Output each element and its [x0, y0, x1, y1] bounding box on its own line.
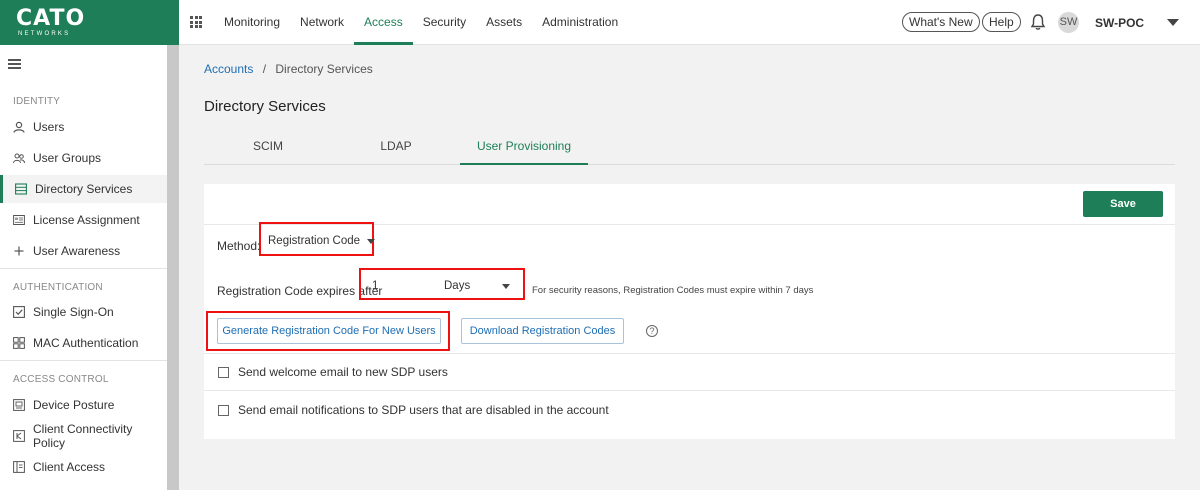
sidebar-item-users[interactable]: Users	[0, 113, 167, 141]
sidebar-item-label: Device Posture	[33, 398, 115, 412]
sidebar-item-user-groups[interactable]: User Groups	[0, 144, 167, 172]
checkbox-icon	[13, 306, 25, 318]
method-select-value: Registration Code	[268, 235, 361, 247]
breadcrumb: Accounts / Directory Services	[204, 62, 373, 76]
generate-registration-code-button[interactable]: Generate Registration Code For New Users	[217, 318, 441, 344]
help-circle-icon[interactable]: ?	[646, 325, 658, 337]
sidebar-item-user-awareness[interactable]: User Awareness	[0, 237, 167, 265]
expires-unit-select[interactable]: Days	[444, 280, 511, 292]
sidebar-item-label: User Awareness	[33, 244, 121, 258]
sidebar-item-label: Users	[33, 120, 65, 134]
tab-ldap[interactable]: LDAP	[332, 132, 460, 165]
sidebar-item-label: Client Connectivity Policy	[33, 422, 133, 450]
expires-unit: Days	[444, 280, 471, 292]
sidebar-item-mac-authentication[interactable]: MAC Authentication	[0, 329, 167, 357]
sidebar: IDENTITY Users User Groups Directory Ser…	[0, 45, 167, 490]
sidebar-scrollbar[interactable]	[167, 45, 179, 490]
hamburger-menu-icon[interactable]	[8, 59, 21, 69]
nav-assets[interactable]: Assets	[476, 0, 532, 45]
panel-divider	[204, 353, 1175, 354]
logo-text: CATO	[16, 6, 86, 31]
nav-monitoring[interactable]: Monitoring	[214, 0, 290, 45]
tab-bar: SCIM LDAP User Provisioning	[204, 132, 1175, 165]
section-identity: IDENTITY	[13, 96, 61, 107]
account-name[interactable]: SW-POC	[1095, 16, 1144, 30]
nav-security[interactable]: Security	[413, 0, 476, 45]
sidebar-item-client-connectivity-policy[interactable]: Client Connectivity Policy	[0, 422, 167, 450]
cato-logo[interactable]: CATO NETWORKS	[0, 0, 179, 45]
caret-down-icon	[367, 238, 376, 244]
download-registration-codes-button[interactable]: Download Registration Codes	[461, 318, 624, 344]
sidebar-divider	[0, 360, 167, 361]
disabled-users-email-label: Send email notifications to SDP users th…	[238, 403, 609, 417]
sidebar-item-label: User Groups	[33, 151, 102, 165]
section-authentication: AUTHENTICATION	[13, 282, 103, 293]
welcome-email-checkbox[interactable]	[218, 367, 229, 378]
plus-icon	[14, 246, 24, 256]
disabled-users-email-checkbox[interactable]	[218, 405, 229, 416]
logo-subtitle: NETWORKS	[18, 31, 71, 37]
grid-icon	[13, 337, 25, 349]
device-icon	[13, 399, 25, 411]
sidebar-item-label: Single Sign-On	[33, 305, 114, 319]
tab-scim[interactable]: SCIM	[204, 132, 332, 165]
license-icon	[13, 215, 25, 225]
nav-network[interactable]: Network	[290, 0, 354, 45]
breadcrumb-current: Directory Services	[275, 62, 373, 76]
method-select[interactable]: Registration Code	[268, 235, 376, 247]
sidebar-item-license-assignment[interactable]: License Assignment	[0, 206, 167, 234]
avatar[interactable]: SW	[1058, 12, 1079, 33]
sidebar-item-device-posture[interactable]: Device Posture	[0, 391, 167, 419]
sidebar-item-label: Client Access	[33, 460, 106, 474]
breadcrumb-accounts-link[interactable]: Accounts	[204, 62, 253, 76]
whats-new-button[interactable]: What's New	[902, 12, 980, 32]
user-icon	[13, 121, 25, 133]
client-access-icon	[13, 461, 25, 473]
page-title: Directory Services	[204, 98, 326, 115]
expires-value: 1	[372, 280, 379, 292]
nav-administration[interactable]: Administration	[532, 0, 628, 45]
expires-hint: For security reasons, Registration Codes…	[532, 285, 814, 296]
sidebar-item-label: Directory Services	[35, 182, 133, 196]
sidebar-item-single-sign-on[interactable]: Single Sign-On	[0, 298, 167, 326]
nav-access[interactable]: Access	[354, 0, 413, 45]
caret-down-icon	[502, 283, 511, 289]
apps-grid-icon[interactable]	[190, 16, 202, 28]
user-group-icon	[13, 153, 25, 164]
main-nav: Monitoring Network Access Security Asset…	[214, 0, 628, 45]
method-label: Method:	[217, 239, 261, 253]
panel-divider	[204, 390, 1175, 391]
chevron-down-icon[interactable]	[1167, 19, 1179, 26]
sidebar-item-client-access[interactable]: Client Access	[0, 453, 167, 481]
breadcrumb-separator: /	[262, 62, 267, 76]
welcome-email-label: Send welcome email to new SDP users	[238, 365, 448, 379]
sidebar-item-directory-services[interactable]: Directory Services	[0, 175, 167, 203]
section-access-control: ACCESS CONTROL	[13, 374, 109, 385]
sidebar-item-label: License Assignment	[33, 213, 140, 227]
sidebar-divider	[0, 268, 167, 269]
policy-icon	[13, 430, 25, 442]
directory-icon	[15, 183, 27, 195]
top-bar: CATO NETWORKS Monitoring Network Access …	[0, 0, 1200, 45]
help-button[interactable]: Help	[982, 12, 1021, 32]
bell-icon[interactable]	[1030, 13, 1046, 31]
user-provisioning-panel: Save Method: Registration Code Registrat…	[204, 184, 1175, 439]
sidebar-item-label: MAC Authentication	[33, 336, 139, 350]
save-button[interactable]: Save	[1083, 191, 1163, 217]
expires-label: Registration Code expires after	[217, 284, 383, 298]
tab-user-provisioning[interactable]: User Provisioning	[460, 132, 588, 165]
